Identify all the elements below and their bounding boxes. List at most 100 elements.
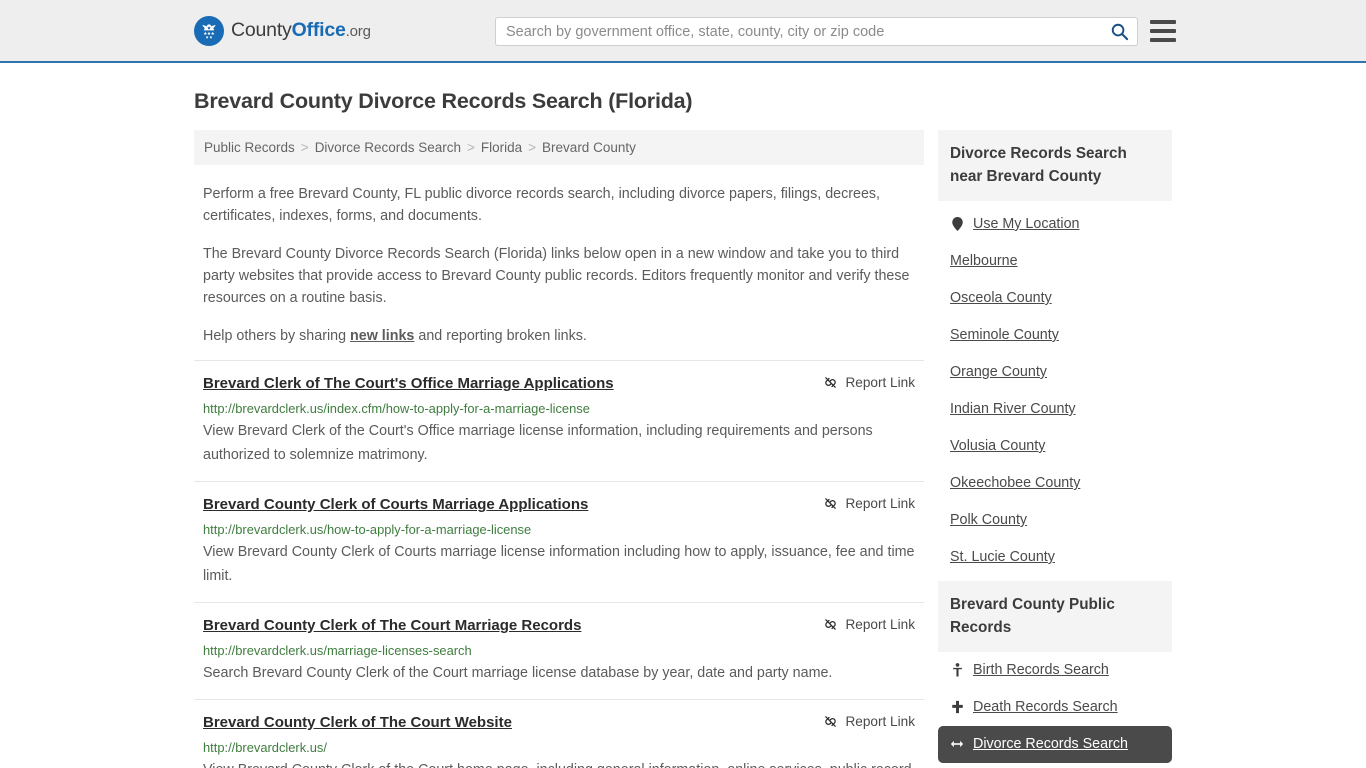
hamburger-bar bbox=[1150, 38, 1176, 42]
sidebar-item-indian-river-county[interactable]: Indian River County bbox=[938, 391, 1172, 428]
sidebar-item-st-lucie-county[interactable]: St. Lucie County bbox=[938, 539, 1172, 576]
sidebar-item-label: St. Lucie County bbox=[950, 549, 1055, 565]
sidebar-item-polk-county[interactable]: Polk County bbox=[938, 502, 1172, 539]
sidebar-section-nearby: Divorce Records Search near Brevard Coun… bbox=[938, 130, 1172, 576]
sidebar-item-use-my-location[interactable]: Use My Location bbox=[938, 206, 1172, 243]
results-list: Brevard Clerk of The Court's Office Marr… bbox=[194, 360, 924, 768]
brand-part-county: County bbox=[231, 19, 292, 41]
sidebar-item-label: Seminole County bbox=[950, 327, 1059, 343]
list-item: Birth Records Search bbox=[938, 652, 1172, 689]
brand-part-office: Office bbox=[291, 19, 346, 41]
result-url[interactable]: http://brevardclerk.us/index.cfm/how-to-… bbox=[203, 400, 915, 417]
sidebar-heading-nearby: Divorce Records Search near Brevard Coun… bbox=[938, 130, 1172, 201]
sidebar-item-label: Okeechobee County bbox=[950, 475, 1081, 491]
list-item: Divorce Records Search bbox=[938, 726, 1172, 763]
brand-wordmark: CountyOffice.org bbox=[231, 19, 371, 42]
result-url[interactable]: http://brevardclerk.us/marriage-licenses… bbox=[203, 642, 915, 659]
hamburger-bar bbox=[1150, 29, 1176, 33]
sidebar-item-label: Death Records Search bbox=[973, 699, 1118, 715]
intro-paragraph-1: Perform a free Brevard County, FL public… bbox=[203, 186, 881, 224]
page-container: Brevard County Divorce Records Search (F… bbox=[0, 89, 1366, 768]
hamburger-menu-icon[interactable] bbox=[1150, 20, 1176, 42]
list-item: ? Genealogy Search bbox=[938, 763, 1172, 768]
sidebar-section-public-records: Brevard County Public Records Birth Reco… bbox=[938, 581, 1172, 768]
plus-cross-icon bbox=[950, 700, 964, 714]
report-link-button[interactable]: Report Link bbox=[823, 495, 915, 511]
search-input[interactable] bbox=[496, 23, 1101, 40]
sidebar-item-okeechobee-county[interactable]: Okeechobee County bbox=[938, 465, 1172, 502]
result-url[interactable]: http://brevardclerk.us/how-to-apply-for-… bbox=[203, 521, 915, 538]
sidebar-item-label: Orange County bbox=[950, 364, 1047, 380]
broken-link-icon bbox=[825, 716, 837, 727]
sidebar-item-label: Birth Records Search bbox=[973, 662, 1109, 678]
brand-part-tld: .org bbox=[345, 23, 371, 40]
intro-paragraph-3: Help others by sharing new links and rep… bbox=[194, 325, 924, 347]
breadcrumb-separator: > bbox=[467, 140, 475, 155]
list-item: Indian River County bbox=[938, 391, 1172, 428]
result-header: Brevard County Clerk of The Court Websit… bbox=[203, 713, 915, 733]
breadcrumb-separator: > bbox=[300, 140, 309, 155]
sidebar-item-label: Polk County bbox=[950, 512, 1028, 528]
list-item: Use My Location bbox=[938, 206, 1172, 243]
broken-link-icon bbox=[825, 619, 837, 630]
eagle-seal-icon bbox=[194, 15, 224, 46]
sidebar-item-melbourne[interactable]: Melbourne bbox=[938, 243, 1172, 280]
result-url[interactable]: http://brevardclerk.us/ bbox=[203, 739, 915, 756]
sidebar-heading-public-records: Brevard County Public Records bbox=[938, 581, 1172, 652]
sidebar-item-osceola-county[interactable]: Osceola County bbox=[938, 280, 1172, 317]
sidebar-item-label: Divorce Records Search bbox=[973, 736, 1128, 752]
breadcrumb-item-public-records[interactable]: Public Records bbox=[204, 140, 295, 155]
search-button[interactable] bbox=[1101, 18, 1137, 45]
list-item: Orange County bbox=[938, 354, 1172, 391]
main-column: Public Records > Divorce Records Search … bbox=[194, 130, 924, 768]
report-link-label: Report Link bbox=[845, 714, 915, 729]
page-title: Brevard County Divorce Records Search (F… bbox=[194, 89, 693, 113]
result-item: Brevard Clerk of The Court's Office Marr… bbox=[194, 360, 924, 481]
result-title-link[interactable]: Brevard County Clerk of The Court Websit… bbox=[203, 713, 512, 733]
report-link-button[interactable]: Report Link bbox=[823, 713, 915, 729]
report-link-label: Report Link bbox=[845, 617, 915, 632]
intro-p3-after: and reporting broken links. bbox=[414, 328, 587, 344]
breadcrumb-item-florida[interactable]: Florida bbox=[481, 140, 522, 155]
sidebar-item-divorce-records-search[interactable]: Divorce Records Search bbox=[938, 726, 1172, 763]
search-icon bbox=[1111, 23, 1128, 41]
sidebar-item-genealogy-search[interactable]: ? Genealogy Search bbox=[938, 763, 1172, 768]
result-header: Brevard Clerk of The Court's Office Marr… bbox=[203, 374, 915, 394]
result-description: View Brevard Clerk of the Court's Office… bbox=[203, 423, 873, 463]
broken-link-icon bbox=[825, 377, 837, 388]
intro-text: Perform a free Brevard County, FL public… bbox=[194, 183, 924, 347]
result-description: Search Brevard County Clerk of the Court… bbox=[203, 665, 833, 681]
sidebar-item-orange-county[interactable]: Orange County bbox=[938, 354, 1172, 391]
content-columns: Public Records > Divorce Records Search … bbox=[194, 130, 1172, 768]
search-bar[interactable] bbox=[495, 17, 1138, 46]
result-title-link[interactable]: Brevard County Clerk of Courts Marriage … bbox=[203, 495, 588, 515]
result-item: Brevard County Clerk of The Court Websit… bbox=[194, 699, 924, 768]
breadcrumb-item-divorce-records-search[interactable]: Divorce Records Search bbox=[315, 140, 461, 155]
sidebar-item-label: Osceola County bbox=[950, 290, 1052, 306]
list-item: Volusia County bbox=[938, 428, 1172, 465]
intro-p3-before: Help others by sharing bbox=[203, 328, 351, 344]
report-link-button[interactable]: Report Link bbox=[823, 616, 915, 632]
sidebar: Divorce Records Search near Brevard Coun… bbox=[938, 130, 1172, 768]
list-item: Melbourne bbox=[938, 243, 1172, 280]
result-item: Brevard County Clerk of The Court Marria… bbox=[194, 602, 924, 699]
breadcrumb: Public Records > Divorce Records Search … bbox=[194, 130, 924, 165]
report-link-button[interactable]: Report Link bbox=[823, 374, 915, 390]
list-item: Okeechobee County bbox=[938, 465, 1172, 502]
list-item: Polk County bbox=[938, 502, 1172, 539]
result-title-link[interactable]: Brevard County Clerk of The Court Marria… bbox=[203, 616, 581, 636]
sidebar-item-volusia-county[interactable]: Volusia County bbox=[938, 428, 1172, 465]
sidebar-item-birth-records-search[interactable]: Birth Records Search bbox=[938, 652, 1172, 689]
broken-link-icon bbox=[825, 498, 837, 509]
baby-icon bbox=[950, 663, 964, 677]
sidebar-item-label: Indian River County bbox=[950, 401, 1076, 417]
sidebar-item-seminole-county[interactable]: Seminole County bbox=[938, 317, 1172, 354]
split-arrows-icon bbox=[950, 738, 964, 750]
sidebar-item-death-records-search[interactable]: Death Records Search bbox=[938, 689, 1172, 726]
breadcrumb-separator: > bbox=[528, 140, 537, 155]
site-logo[interactable]: CountyOffice.org bbox=[194, 15, 371, 46]
breadcrumb-item-brevard-county: Brevard County bbox=[542, 140, 636, 155]
new-links-link[interactable]: new links bbox=[350, 328, 414, 344]
result-item: Brevard County Clerk of Courts Marriage … bbox=[194, 481, 924, 602]
result-title-link[interactable]: Brevard Clerk of The Court's Office Marr… bbox=[203, 374, 614, 394]
